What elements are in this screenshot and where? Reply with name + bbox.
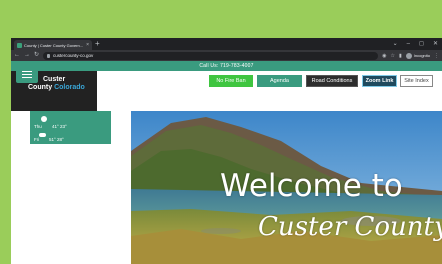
hero-subtitle: Custer County [258,212,442,242]
hamburger-menu-button[interactable] [16,66,38,83]
tab-close-icon[interactable]: × [86,42,89,48]
url-text: custercounty-co.gov [53,53,94,58]
lock-icon [47,53,51,58]
window-controls: ⌄ – ◻ ✕ [393,39,438,49]
new-tab-button[interactable]: + [95,39,100,49]
call-bar: Call Us: 719-783-4007 [11,61,442,71]
maximize-icon[interactable]: ◻ [419,39,424,49]
road-conditions-button[interactable]: Road Conditions [306,75,358,87]
logo-line2: County Colorado [28,84,85,91]
toolbar-actions: ◉ ☆ ▮ Incognito ⋮ [382,52,439,59]
agenda-button[interactable]: Agenda [257,75,302,87]
sidebar-icon[interactable]: ▮ [399,53,402,59]
sun-icon [41,116,47,122]
weather-widget: Thu 41° 23° Fri 51° 28° [30,111,111,144]
browser-tab[interactable]: County | Custer County Govern... × [14,40,92,50]
no-fire-ban-button[interactable]: No Fire Ban [209,75,253,87]
logo-colorado: Colorado [54,84,85,91]
hero-banner: Welcome to Custer County [131,111,442,264]
eye-off-icon[interactable]: ◉ [382,53,386,59]
weather-day-1: Thu [34,124,42,129]
forward-icon[interactable]: → [24,50,30,61]
address-bar[interactable]: custercounty-co.gov [43,51,379,60]
star-icon[interactable]: ☆ [391,53,395,59]
weather-temp-2: 51° 28° [49,137,64,142]
menu-icon[interactable]: ⋮ [434,53,439,59]
zoom-link-button[interactable]: Zoom Link [362,75,397,87]
incognito-icon [405,52,412,59]
logo-line1: Custer [43,76,66,83]
incognito-label: Incognito [413,53,430,58]
favicon-icon [17,42,22,48]
chevron-down-icon[interactable]: ⌄ [393,39,398,49]
cloud-icon [39,133,46,137]
reload-icon[interactable]: ↻ [34,50,39,61]
site-logo[interactable]: Custer County Colorado [11,66,97,111]
tab-strip: County | Custer County Govern... × + ⌄ –… [11,38,442,50]
close-icon[interactable]: ✕ [433,39,438,49]
call-us-text[interactable]: Call Us: 719-783-4007 [199,63,253,69]
browser-toolbar: ← → ↻ custercounty-co.gov ◉ ☆ ▮ Incognit… [11,50,442,61]
minimize-icon[interactable]: – [407,39,410,49]
site-index-button[interactable]: Site Index [400,75,433,87]
browser-window: County | Custer County Govern... × + ⌄ –… [11,38,442,264]
weather-temp-1: 41° 23° [52,124,67,129]
tab-title: County | Custer County Govern... [24,42,84,48]
hero-title: Welcome to [220,168,403,204]
back-icon[interactable]: ← [14,50,20,61]
logo-county: County [28,84,53,91]
weather-day-2: Fri [34,137,40,142]
incognito-badge[interactable]: Incognito [405,52,430,59]
